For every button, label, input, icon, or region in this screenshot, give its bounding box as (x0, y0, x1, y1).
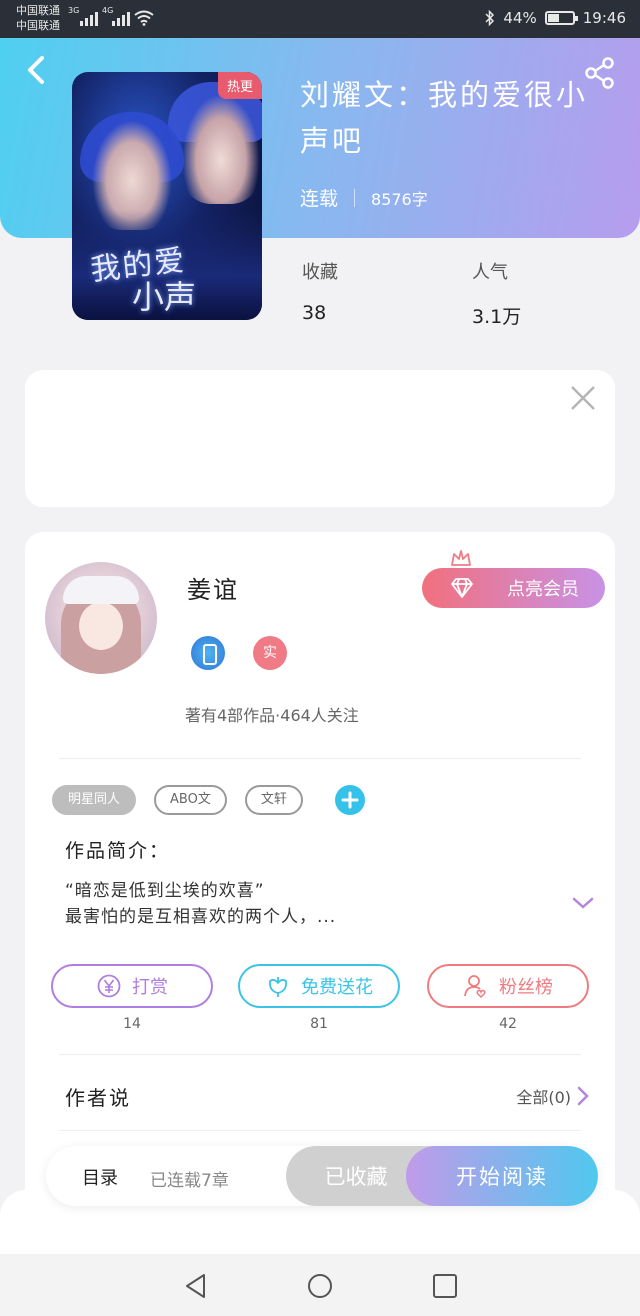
tag[interactable]: 明星同人 (52, 785, 137, 815)
carrier-1: 中国联通 (16, 4, 60, 17)
author-card: 姜谊 实 著有4部作品·464人关注 点亮会员 明星同人 ABO文 文轩 作品简… (25, 532, 615, 1252)
status-bar: 中国联通 中国联通 3G 4G 44% 19:46 (0, 0, 640, 38)
vip-button[interactable]: 点亮会员 (422, 568, 605, 608)
nav-back-icon[interactable] (182, 1272, 210, 1300)
serial-status: 已连载7章 (150, 1171, 229, 1191)
favorites-label: 收藏 (302, 262, 338, 283)
divider (59, 758, 581, 759)
back-arrow-icon[interactable] (22, 52, 52, 88)
battery-percent: 44% (503, 9, 537, 27)
vip-button-label: 点亮会员 (507, 579, 579, 600)
hot-badge: 热更 (217, 72, 262, 99)
network-type-1: 3G (68, 6, 80, 15)
intro-text: “暗恋是低到尘埃的欢喜” 最害怕的是互相喜欢的两个人，... (65, 878, 336, 930)
tag[interactable]: 文轩 (244, 785, 303, 815)
flower-icon (269, 977, 287, 997)
avatar[interactable] (45, 562, 157, 674)
flower-label: 免费送花 (301, 977, 373, 998)
intro-heading: 作品简介： (65, 840, 171, 862)
chevron-right-icon (577, 1086, 589, 1106)
battery-icon (544, 11, 578, 25)
popularity-label: 人气 (472, 262, 508, 283)
bluetooth-icon (485, 10, 495, 26)
popularity-value: 3.1万 (472, 306, 522, 328)
meta-divider (354, 188, 356, 207)
author-info: 著有4部作品·464人关注 (185, 706, 359, 725)
carrier-2: 中国联通 (16, 19, 60, 32)
start-reading-button[interactable]: 开始阅读 (406, 1146, 598, 1206)
intro-line-1: “暗恋是低到尘埃的欢喜” (65, 881, 265, 901)
divider (59, 1130, 581, 1131)
system-nav-bar (0, 1254, 640, 1316)
free-flower-button[interactable]: 免费送花 (238, 964, 400, 1008)
real-name-badge: 实 (253, 636, 287, 670)
nav-home-icon[interactable] (306, 1272, 334, 1300)
favorites-value: 38 (302, 302, 327, 324)
phone-verified-icon (191, 636, 225, 670)
crown-icon (451, 550, 471, 566)
popularity-stat: 人气 3.1万 (472, 258, 521, 329)
close-icon[interactable] (569, 384, 597, 412)
view-all-label: 全部(0) (516, 1088, 571, 1107)
reading-bar: 目录 已连载7章 已收藏 开始阅读 (46, 1146, 598, 1206)
author-says-heading: 作者说 (65, 1086, 131, 1110)
book-title: 刘耀文：我的爱很小声吧 (300, 78, 589, 158)
word-count: 8576字 (371, 189, 428, 209)
book-cover[interactable]: 我的爱 小声 热更 (72, 72, 262, 320)
cover-title-2: 小声 (132, 278, 197, 316)
carrier-labels: 中国联通 中国联通 (16, 3, 60, 33)
book-meta: 连载 8576字 (300, 184, 428, 211)
plus-icon (341, 791, 359, 809)
book-status: 连载 (300, 188, 339, 210)
flower-count: 81 (310, 1016, 328, 1032)
add-tag-button[interactable] (334, 785, 365, 815)
tip-label: 打赏 (132, 977, 168, 998)
clock: 19:46 (582, 9, 626, 27)
yen-icon (97, 974, 121, 998)
author-name[interactable]: 姜谊 (187, 570, 239, 605)
tag[interactable]: ABO文 (154, 785, 227, 815)
fans-count: 42 (499, 1016, 517, 1032)
tag-list: 明星同人 ABO文 文轩 (52, 785, 365, 815)
signal-icon (80, 8, 98, 26)
tip-button[interactable]: 打赏 (51, 964, 213, 1008)
chevron-down-icon[interactable] (571, 894, 595, 912)
nav-recents-icon[interactable] (431, 1272, 459, 1300)
status-right: 44% 19:46 (485, 9, 626, 27)
tip-count: 14 (123, 1016, 141, 1032)
toc-button[interactable]: 目录 (82, 1164, 118, 1190)
fans-label: 粉丝榜 (499, 977, 553, 998)
diamond-icon (451, 578, 473, 598)
divider (59, 1054, 581, 1055)
fan-icon (464, 975, 486, 999)
signal-icon (112, 8, 130, 26)
fans-ranking-button[interactable]: 粉丝榜 (427, 964, 589, 1008)
wifi-icon (134, 10, 154, 26)
view-all-link[interactable]: 全部(0) (516, 1084, 589, 1108)
ad-card (25, 370, 615, 507)
favorites-stat: 收藏 38 (302, 258, 338, 324)
intro-line-2: 最害怕的是互相喜欢的两个人，... (65, 907, 337, 927)
